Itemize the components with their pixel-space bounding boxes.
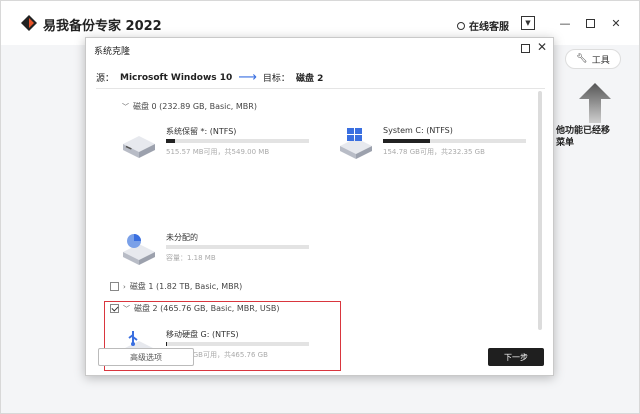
partition-size: 515.57 MB可用，共549.00 MB bbox=[166, 148, 270, 156]
system-clone-dialog: 系统克隆 ✕ 源： Microsoft Windows 10 ⟶ 目标： 磁盘 … bbox=[85, 37, 554, 376]
disk-2-label: 磁盘 2 (465.76 GB, Basic, MBR, USB) bbox=[134, 304, 280, 313]
clone-path-row: 源： Microsoft Windows 10 ⟶ 目标： 磁盘 2 bbox=[96, 70, 323, 85]
tools-label: 工具 bbox=[591, 55, 610, 66]
minimize-icon[interactable]: — bbox=[558, 16, 572, 30]
partition-name: 未分配的 bbox=[166, 233, 198, 242]
disk-list-panel: ﹀ 磁盘 0 (232.89 GB, Basic, MBR) 系统保留 *: (… bbox=[98, 89, 545, 371]
disk-2-checkbox[interactable] bbox=[110, 304, 119, 313]
disk-1-header[interactable]: › 磁盘 1 (1.82 TB, Basic, MBR) bbox=[110, 281, 242, 292]
source-value: Microsoft Windows 10 bbox=[120, 72, 233, 83]
arrow-up-icon bbox=[579, 83, 611, 123]
app-logo-icon bbox=[21, 15, 37, 31]
usage-fill bbox=[383, 139, 431, 143]
disk-0-label: 磁盘 0 (232.89 GB, Basic, MBR) bbox=[133, 102, 257, 111]
partition-unallocated[interactable]: 未分配的 容量：1.18 MB bbox=[121, 232, 311, 272]
partition-size: 容量：1.18 MB bbox=[166, 254, 216, 262]
windows-drive-icon bbox=[340, 128, 372, 159]
disk-0-header[interactable]: ﹀ 磁盘 0 (232.89 GB, Basic, MBR) bbox=[122, 101, 257, 112]
partition-name: 移动硬盘 G: (NTFS) bbox=[166, 330, 239, 339]
dialog-maximize-icon[interactable] bbox=[521, 44, 530, 53]
dialog-close-icon[interactable]: ✕ bbox=[537, 40, 547, 54]
usage-bar bbox=[166, 342, 309, 346]
chevron-down-icon[interactable]: ﹀ bbox=[122, 102, 129, 112]
source-label: 源： bbox=[96, 74, 115, 84]
usage-bar bbox=[166, 245, 309, 249]
app-title: 易我备份专家 2022 bbox=[43, 19, 162, 34]
usage-fill bbox=[166, 342, 168, 346]
chevron-right-icon[interactable]: › bbox=[123, 283, 126, 291]
arrow-right-icon: ⟶ bbox=[238, 70, 257, 85]
dialog-title: 系统克隆 bbox=[94, 47, 131, 57]
headset-icon bbox=[457, 21, 465, 30]
usage-bar bbox=[383, 139, 526, 143]
partition-system-c[interactable]: System C: (NTFS) 154.78 GB可用，共232.35 GB bbox=[338, 126, 528, 166]
disk-2-header[interactable]: ﹀ 磁盘 2 (465.76 GB, Basic, MBR, USB) bbox=[110, 303, 279, 314]
online-service-label: 在线客服 bbox=[469, 22, 509, 33]
target-value: 磁盘 2 bbox=[295, 74, 324, 84]
wrench-icon: 🔧︎ bbox=[576, 54, 588, 64]
scrollbar[interactable] bbox=[538, 91, 542, 330]
advanced-options-button[interactable]: 高级选项 bbox=[98, 348, 194, 366]
tools-button[interactable]: 🔧︎ 工具 bbox=[565, 49, 621, 69]
target-label: 目标： bbox=[262, 74, 290, 84]
close-icon[interactable]: ✕ bbox=[609, 16, 623, 30]
partition-name: System C: (NTFS) bbox=[383, 126, 453, 135]
partition-size: 154.78 GB可用，共232.35 GB bbox=[383, 148, 485, 156]
unallocated-drive-icon bbox=[123, 234, 155, 265]
usage-fill bbox=[166, 139, 175, 143]
maximize-icon[interactable] bbox=[583, 16, 597, 30]
disk-1-checkbox[interactable] bbox=[110, 282, 119, 291]
tools-hint-text: 他功能已经移 菜单 bbox=[556, 126, 611, 148]
partition-system-reserved[interactable]: 系统保留 *: (NTFS) 515.57 MB可用，共549.00 MB bbox=[121, 126, 311, 166]
chevron-down-icon[interactable]: ▼ bbox=[521, 16, 535, 30]
next-button[interactable]: 下一步 bbox=[488, 348, 544, 366]
partition-name: 系统保留 *: (NTFS) bbox=[166, 127, 237, 136]
usage-bar bbox=[166, 139, 309, 143]
hard-drive-icon bbox=[123, 136, 155, 158]
disk-1-label: 磁盘 1 (1.82 TB, Basic, MBR) bbox=[129, 282, 243, 291]
chevron-down-icon[interactable]: ﹀ bbox=[123, 304, 130, 314]
online-service-button[interactable]: 在线客服 bbox=[457, 18, 509, 33]
